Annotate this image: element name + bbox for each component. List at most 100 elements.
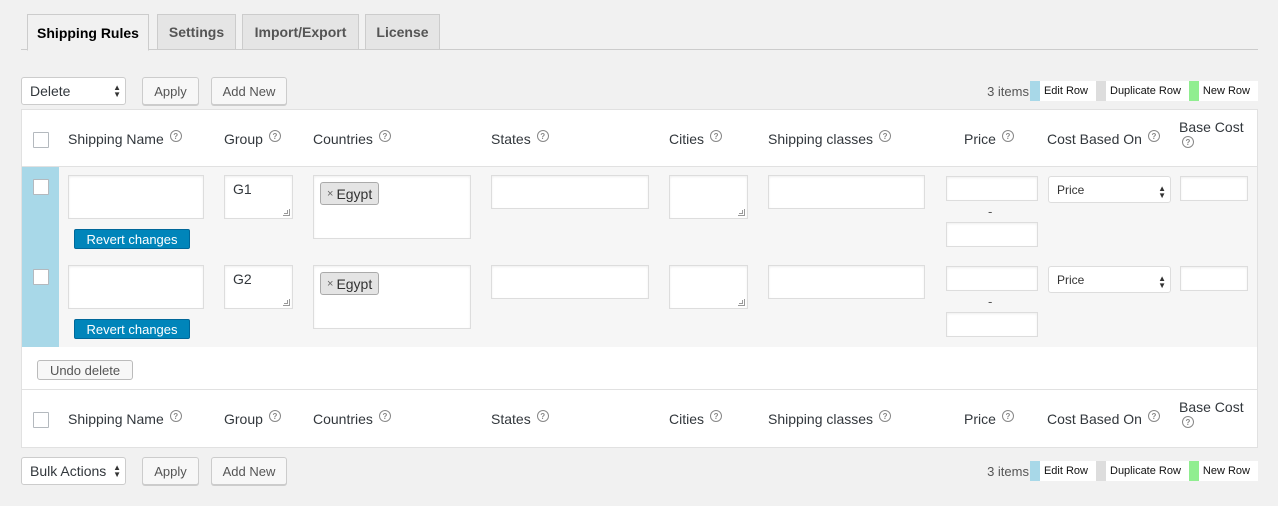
base-cost-input[interactable] xyxy=(1180,176,1248,201)
base-cost-input[interactable] xyxy=(1180,266,1248,291)
apply-button[interactable]: Apply xyxy=(142,77,199,105)
help-icon[interactable]: ? xyxy=(879,410,892,422)
revert-changes-button[interactable]: Revert changes xyxy=(74,319,190,339)
column-footer-countries[interactable]: Countries? xyxy=(313,410,391,427)
column-label: Cities xyxy=(669,131,705,147)
help-icon[interactable]: ? xyxy=(378,410,391,422)
cities-textarea[interactable] xyxy=(669,175,748,219)
group-textarea[interactable]: G1 xyxy=(224,175,293,219)
column-footer-base-cost[interactable]: Base Cost? xyxy=(1179,399,1244,428)
column-header-price[interactable]: Price? xyxy=(964,130,1014,147)
column-header-base-cost[interactable]: Base Cost? xyxy=(1179,119,1244,148)
cost-based-on-value: Price xyxy=(1057,182,1085,197)
help-icon[interactable]: ? xyxy=(1001,130,1014,142)
tab-license[interactable]: License xyxy=(365,14,440,50)
undo-delete-button[interactable]: Undo delete xyxy=(37,360,133,380)
column-label: Cost Based On xyxy=(1047,411,1142,427)
countries-multiselect[interactable]: × Egypt xyxy=(313,175,471,239)
top-tablenav: Delete ▲ ▼ Apply Add New 3 items Edit Row… xyxy=(21,77,1258,107)
column-label: Shipping Name xyxy=(68,411,164,427)
help-icon[interactable]: ? xyxy=(268,410,281,422)
column-footer-cost-based-on[interactable]: Cost Based On? xyxy=(1047,410,1160,427)
help-icon[interactable]: ? xyxy=(536,130,549,142)
add-new-button[interactable]: Add New xyxy=(211,77,287,105)
row-legend: 3 items Edit Row Duplicate Row New Row xyxy=(987,460,1258,482)
states-input[interactable] xyxy=(491,265,649,299)
help-icon[interactable]: ? xyxy=(1147,410,1160,422)
column-header-cost-based-on[interactable]: Cost Based On? xyxy=(1047,130,1160,147)
shipping-name-textarea[interactable] xyxy=(68,265,204,309)
group-textarea[interactable]: G2 xyxy=(224,265,293,309)
help-icon[interactable]: ? xyxy=(710,130,723,142)
revert-changes-button[interactable]: Revert changes xyxy=(74,229,190,249)
help-icon[interactable]: ? xyxy=(710,410,723,422)
table-header: Shipping Name? Group? Countries? States?… xyxy=(22,110,1257,168)
resize-handle-icon[interactable] xyxy=(283,299,290,306)
select-arrows-icon: ▲ ▼ xyxy=(113,463,121,479)
tab-settings[interactable]: Settings xyxy=(157,14,236,50)
column-footer-cities[interactable]: Cities? xyxy=(669,410,723,427)
price-min-input[interactable] xyxy=(946,176,1038,201)
shipping-name-textarea[interactable] xyxy=(68,175,204,219)
price-max-input[interactable] xyxy=(946,312,1038,337)
column-footer-group[interactable]: Group? xyxy=(224,410,281,427)
cost-based-on-select[interactable]: Price ▲ ▼ xyxy=(1048,176,1171,203)
table-row: Revert changes G1 × Egypt - Price ▲ ▼ xyxy=(22,167,1257,257)
duplicate-row-swatch xyxy=(1096,461,1106,481)
help-icon[interactable]: ? xyxy=(1182,136,1194,148)
row-checkbox[interactable] xyxy=(33,179,49,195)
column-header-group[interactable]: Group? xyxy=(224,130,281,147)
group-value: G2 xyxy=(233,271,252,287)
help-icon[interactable]: ? xyxy=(268,130,281,142)
help-icon[interactable]: ? xyxy=(169,130,182,142)
select-all-checkbox[interactable] xyxy=(33,132,49,148)
shipping-classes-input[interactable] xyxy=(768,175,925,209)
cities-textarea[interactable] xyxy=(669,265,748,309)
tab-shipping-rules[interactable]: Shipping Rules xyxy=(27,14,149,51)
help-icon[interactable]: ? xyxy=(879,130,892,142)
help-icon[interactable]: ? xyxy=(1182,416,1194,428)
column-header-shipping-classes[interactable]: Shipping classes? xyxy=(768,130,892,147)
apply-button[interactable]: Apply xyxy=(142,457,199,485)
bulk-action-value: Bulk Actions xyxy=(30,463,107,479)
bulk-action-select[interactable]: Bulk Actions ▲ ▼ xyxy=(21,457,126,485)
column-footer-shipping-classes[interactable]: Shipping classes? xyxy=(768,410,892,427)
column-footer-price[interactable]: Price? xyxy=(964,410,1014,427)
resize-handle-icon[interactable] xyxy=(738,209,745,216)
resize-handle-icon[interactable] xyxy=(738,299,745,306)
column-header-shipping-name[interactable]: Shipping Name? xyxy=(68,130,182,147)
help-icon[interactable]: ? xyxy=(169,410,182,422)
help-icon[interactable]: ? xyxy=(378,130,391,142)
states-input[interactable] xyxy=(491,175,649,209)
column-label: Group xyxy=(224,411,263,427)
items-count: 3 items xyxy=(987,463,1029,479)
column-label: Shipping classes xyxy=(768,411,874,427)
bulk-action-select[interactable]: Delete ▲ ▼ xyxy=(21,77,126,105)
resize-handle-icon[interactable] xyxy=(283,209,290,216)
column-header-countries[interactable]: Countries? xyxy=(313,130,391,147)
select-all-checkbox[interactable] xyxy=(33,412,49,428)
countries-multiselect[interactable]: × Egypt xyxy=(313,265,471,329)
remove-chip-icon[interactable]: × xyxy=(327,278,333,290)
help-icon[interactable]: ? xyxy=(536,410,549,422)
column-label: States xyxy=(491,411,531,427)
column-footer-shipping-name[interactable]: Shipping Name? xyxy=(68,410,182,427)
cost-based-on-select[interactable]: Price ▲ ▼ xyxy=(1048,266,1171,293)
column-header-states[interactable]: States? xyxy=(491,130,549,147)
price-min-input[interactable] xyxy=(946,266,1038,291)
help-icon[interactable]: ? xyxy=(1001,410,1014,422)
row-checkbox[interactable] xyxy=(33,269,49,285)
cost-based-on-value: Price xyxy=(1057,272,1085,287)
remove-chip-icon[interactable]: × xyxy=(327,188,333,200)
column-label: Price xyxy=(964,411,996,427)
tab-import-export[interactable]: Import/Export xyxy=(242,14,359,50)
row-legend: 3 items Edit Row Duplicate Row New Row xyxy=(987,80,1258,102)
column-label: Shipping classes xyxy=(768,131,874,147)
column-footer-states[interactable]: States? xyxy=(491,410,549,427)
help-icon[interactable]: ? xyxy=(1147,130,1160,142)
shipping-classes-input[interactable] xyxy=(768,265,925,299)
price-range-separator: - xyxy=(988,204,993,219)
price-max-input[interactable] xyxy=(946,222,1038,247)
add-new-button[interactable]: Add New xyxy=(211,457,287,485)
column-header-cities[interactable]: Cities? xyxy=(669,130,723,147)
